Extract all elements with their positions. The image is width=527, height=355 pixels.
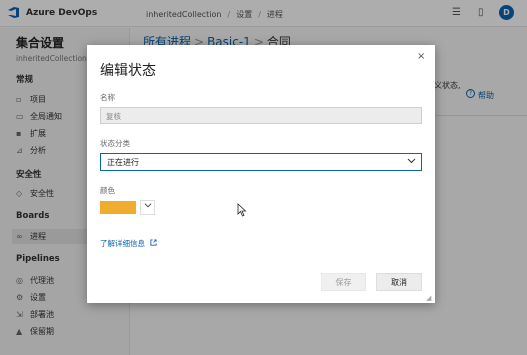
- name-field: 复核: [100, 107, 422, 124]
- cancel-button[interactable]: 取消: [376, 273, 422, 291]
- save-button[interactable]: 保存: [321, 273, 366, 291]
- edit-state-dialog: 编辑状态 × 名称 复核 状态分类 正在进行 颜色 了解详细信息 保存 取消 ◢: [87, 45, 435, 303]
- learn-more-link[interactable]: 了解详细信息: [100, 238, 157, 249]
- mouse-cursor-icon: [237, 203, 247, 217]
- color-swatch[interactable]: [100, 201, 136, 214]
- external-link-icon: [150, 239, 157, 246]
- name-label: 名称: [100, 93, 115, 102]
- close-icon[interactable]: ×: [417, 51, 425, 62]
- chevron-down-icon: [407, 158, 416, 164]
- resize-handle-icon[interactable]: ◢: [426, 294, 431, 302]
- dialog-title: 编辑状态: [100, 63, 156, 79]
- color-label: 颜色: [100, 186, 115, 195]
- category-select[interactable]: 正在进行: [100, 153, 422, 171]
- color-picker-chevron-icon[interactable]: [140, 200, 155, 215]
- category-label: 状态分类: [100, 139, 130, 148]
- category-value: 正在进行: [107, 158, 139, 167]
